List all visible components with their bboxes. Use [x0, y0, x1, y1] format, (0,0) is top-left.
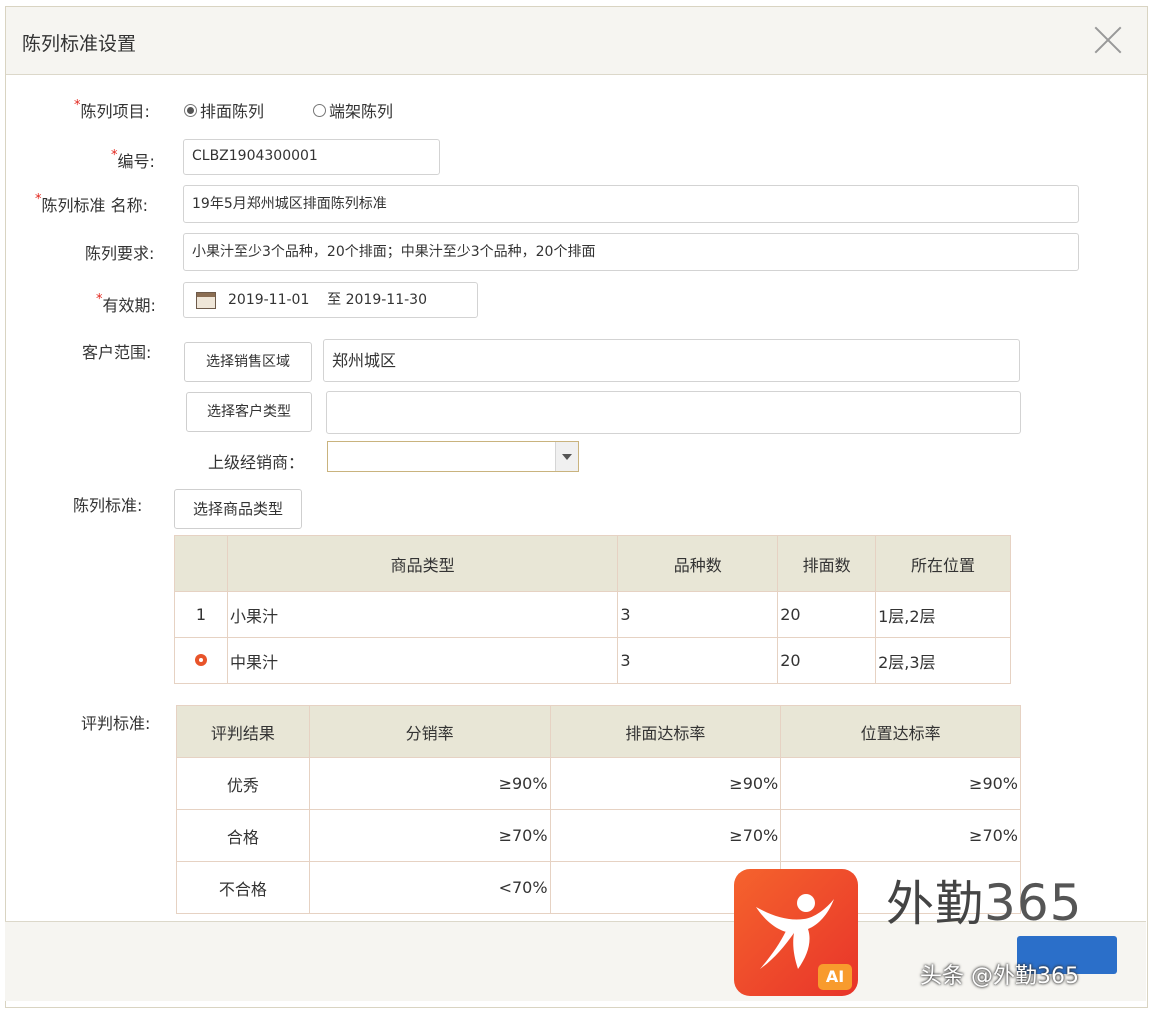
code-label: *编号:: [111, 148, 155, 171]
radio-checked-icon[interactable]: [184, 103, 197, 117]
table-row: 合格 ≥70% ≥70% ≥70%: [176, 809, 1021, 862]
dealer-select[interactable]: [327, 441, 579, 472]
watermark-brand: 外勤365: [886, 874, 1083, 932]
select-customer-type-button[interactable]: 选择客户类型: [186, 392, 312, 432]
distribution-cell: ≥90%: [308, 757, 551, 810]
customer-scope-label: 客户范围:: [82, 343, 152, 362]
position-rate-cell: ≥90%: [780, 757, 1021, 810]
name-input[interactable]: 19年5月郑州城区排面陈列标准: [183, 185, 1079, 223]
varieties-cell: 3: [617, 637, 779, 684]
column-header: 所在位置: [875, 535, 1011, 592]
product-type-cell: 中果汁: [226, 637, 619, 684]
facings-cell: 20: [777, 637, 877, 684]
chevron-down-icon[interactable]: [555, 442, 578, 471]
calendar-icon[interactable]: [196, 291, 216, 309]
close-icon[interactable]: [1093, 25, 1123, 55]
column-header: 商品类型: [226, 535, 619, 592]
distribution-cell: ≥70%: [308, 809, 551, 862]
radio-option-endcap[interactable]: 端架陈列: [313, 98, 393, 122]
column-header: 评判结果: [176, 705, 310, 758]
column-header: 排面数: [777, 535, 877, 592]
standard-label: 陈列标准:: [73, 496, 143, 515]
column-header: 分销率: [308, 705, 551, 758]
customer-type-input[interactable]: [326, 391, 1021, 434]
result-cell: 合格: [176, 809, 310, 862]
facings-cell: 20: [777, 591, 877, 638]
position-rate-cell: ≥70%: [780, 809, 1021, 862]
result-cell: 优秀: [176, 757, 310, 810]
distribution-cell: <70%: [308, 861, 551, 914]
watermark-handle: 头条 @外勤365: [920, 964, 1079, 989]
dialog-title: 陈列标准设置: [22, 33, 137, 55]
column-header: [174, 535, 228, 592]
column-header: 排面达标率: [549, 705, 782, 758]
name-label: *陈列标准 名称:: [35, 192, 148, 215]
row-select[interactable]: [174, 637, 228, 684]
row-index: 1: [174, 591, 228, 638]
table-row[interactable]: 中果汁 3 20 2层,3层: [174, 637, 1011, 684]
date-range-input[interactable]: 2019-11-01 至 2019-11-30: [183, 282, 478, 318]
column-header: 位置达标率: [780, 705, 1021, 758]
requirement-label: 陈列要求:: [85, 244, 155, 263]
location-cell: 1层,2层: [875, 591, 1011, 638]
select-product-type-button[interactable]: 选择商品类型: [174, 489, 302, 529]
requirement-input[interactable]: 小果汁至少3个品种，20个排面；中果汁至少3个品种，20个排面: [183, 233, 1079, 271]
watermark-logo-icon: AI: [734, 869, 858, 996]
evaluation-label: 评判标准:: [81, 714, 151, 733]
varieties-cell: 3: [617, 591, 779, 638]
display-standard-table: 商品类型 品种数 排面数 所在位置 1 小果汁 3 20 1层,2层 中果汁 3…: [174, 535, 1011, 684]
facing-rate-cell: ≥90%: [549, 757, 782, 810]
region-input[interactable]: 郑州城区: [323, 339, 1020, 382]
result-cell: 不合格: [176, 861, 310, 914]
code-input[interactable]: CLBZ1904300001: [183, 139, 440, 175]
table-header-row: 评判结果 分销率 排面达标率 位置达标率: [176, 705, 1021, 758]
dealer-label: 上级经销商：: [208, 453, 305, 472]
location-cell: 2层,3层: [875, 637, 1011, 684]
selected-radio-icon[interactable]: [194, 654, 207, 666]
validity-label: *有效期:: [96, 292, 156, 315]
table-header-row: 商品类型 品种数 排面数 所在位置: [174, 535, 1011, 592]
select-region-button[interactable]: 选择销售区域: [184, 342, 312, 382]
radio-option-facing[interactable]: 排面陈列: [184, 98, 264, 122]
radio-unchecked-icon[interactable]: [313, 103, 326, 117]
ai-badge: AI: [818, 964, 852, 990]
column-header: 品种数: [617, 535, 779, 592]
table-row: 优秀 ≥90% ≥90% ≥90%: [176, 757, 1021, 810]
facing-rate-cell: ≥70%: [549, 809, 782, 862]
project-label: *陈列项目:: [74, 98, 150, 121]
table-row[interactable]: 1 小果汁 3 20 1层,2层: [174, 591, 1011, 638]
product-type-cell: 小果汁: [226, 591, 619, 638]
dialog-titlebar: 陈列标准设置: [6, 7, 1147, 75]
